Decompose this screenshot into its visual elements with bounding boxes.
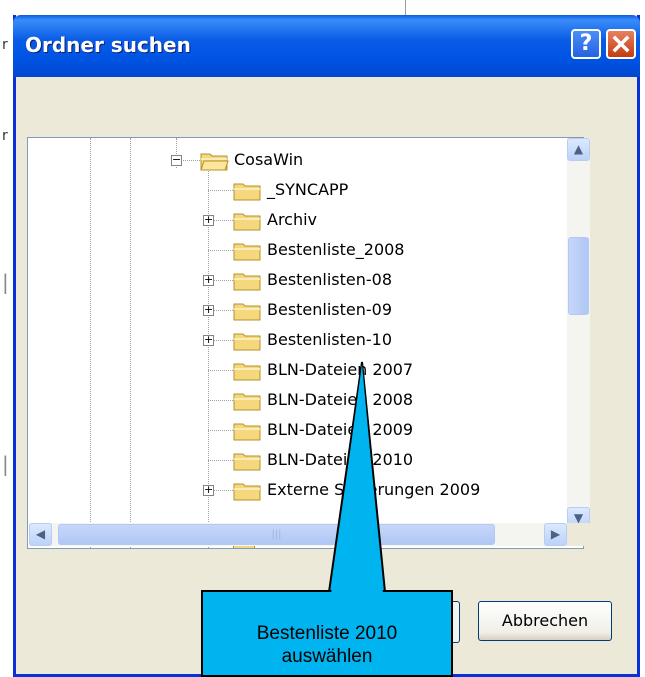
tree-item[interactable]: + Bestenlisten-09 [28, 295, 568, 325]
expand-toggle[interactable]: + [203, 334, 214, 346]
tree-item[interactable]: − CosaWin [28, 145, 568, 175]
tree-item[interactable]: + Externe Sicherungen 2009 [28, 475, 568, 505]
folder-icon [233, 363, 261, 381]
tree-item-label: Bestenliste_2008 [267, 240, 405, 259]
help-button[interactable]: ? [571, 29, 601, 59]
folder-icon [233, 213, 261, 231]
tree-item-label: Archiv [267, 210, 318, 229]
tree-connector [208, 250, 233, 251]
background-text: r [2, 128, 8, 144]
tree-item-label: Bestenlisten-10 [267, 330, 393, 349]
tree-item-label: Bestenlisten-08 [267, 270, 393, 289]
tree-item[interactable]: + Bestenlisten-10 [28, 325, 568, 355]
tree-item[interactable]: BLN-Dateien 2008 [28, 385, 568, 415]
folder-icon [233, 273, 261, 291]
scroll-up-button[interactable]: ▲ [567, 138, 590, 161]
tree-item[interactable]: + Bestenlisten-08 [28, 265, 568, 295]
folder-icon [233, 183, 261, 201]
folder-icon [233, 393, 261, 411]
folder-icon [233, 303, 261, 321]
scroll-left-button[interactable]: ◀ [29, 523, 52, 546]
expand-toggle[interactable]: + [203, 304, 214, 316]
tree-connector [208, 460, 233, 461]
close-icon [612, 35, 630, 53]
expand-toggle[interactable]: + [203, 484, 214, 496]
tree-item[interactable]: Bestenliste_2008 [28, 235, 568, 265]
horizontal-scroll-thumb[interactable]: ||| [58, 524, 495, 545]
tree-item[interactable]: _SYNCAPP [28, 175, 568, 205]
expand-toggle[interactable]: + [203, 274, 214, 286]
tree-connector [208, 190, 233, 191]
vertical-scroll-thumb[interactable] [568, 237, 589, 315]
callout-line2: auswählen [281, 646, 373, 667]
tree-item[interactable]: BLN-Dateien 2009 [28, 415, 568, 445]
background-text: | [2, 452, 9, 476]
tree-item-label: BLN-Dateien 2010 [267, 450, 414, 469]
folder-icon [233, 453, 261, 471]
vertical-scrollbar[interactable]: ▲ ▼ [567, 138, 590, 530]
scroll-right-button[interactable]: ▶ [544, 523, 567, 546]
tree-connector [208, 430, 233, 431]
horizontal-scrollbar[interactable]: ◀ ||| ▶ [29, 523, 567, 546]
background-divider [405, 0, 406, 16]
tree-item-label: CosaWin [234, 150, 304, 169]
tree-item-label: BLN-Dateien 2009 [267, 420, 414, 439]
title-bar[interactable]: Ordner suchen ? [13, 15, 640, 77]
collapse-toggle[interactable]: − [171, 154, 182, 166]
folder-tree-view[interactable]: − CosaWin _SYNCAPP + Archiv Bestenliste_2008 +… [27, 137, 584, 549]
tree-connector [208, 370, 233, 371]
folder-icon [233, 483, 261, 501]
tree-item-label: Bestenlisten-09 [267, 300, 393, 319]
callout-box: Bestenliste 2010 auswählen [201, 590, 453, 677]
scrollbar-corner [567, 523, 590, 546]
tree-item-label: _SYNCAPP [267, 180, 349, 199]
open-folder-icon [200, 153, 229, 171]
folder-icon [233, 243, 261, 261]
folder-icon [233, 333, 261, 351]
tree-connector [208, 400, 233, 401]
tree-item[interactable]: BLN-Dateien 2010 [28, 445, 568, 475]
tree-item-label: Externe Sicherungen 2009 [267, 480, 481, 499]
tree-item[interactable]: + Archiv [28, 205, 568, 235]
close-button[interactable] [606, 29, 636, 59]
folder-icon [233, 423, 261, 441]
expand-toggle[interactable]: + [203, 214, 214, 226]
tree-item[interactable]: BLN-Dateien 2007 [28, 355, 568, 385]
tree-item-label: BLN-Dateien 2007 [267, 360, 414, 379]
background-text: | [2, 270, 9, 294]
background-text: r [2, 37, 8, 53]
callout-line1: Bestenliste 2010 [256, 623, 398, 644]
dialog-title: Ordner suchen [25, 33, 191, 57]
tree-item-label: BLN-Dateien 2008 [267, 390, 414, 409]
cancel-button[interactable]: Abbrechen [478, 601, 612, 641]
